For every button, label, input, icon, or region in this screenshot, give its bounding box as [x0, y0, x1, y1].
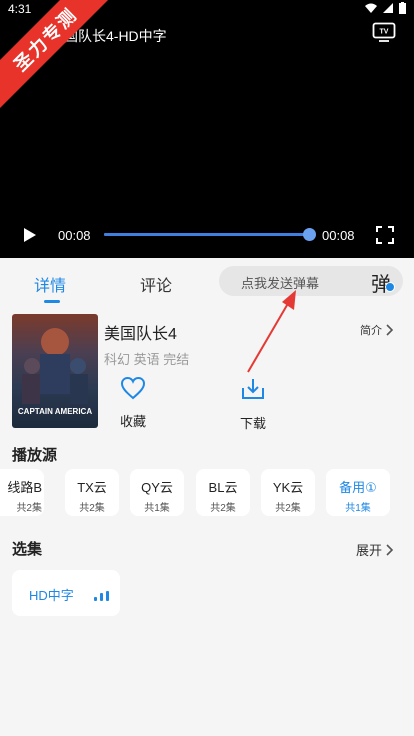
source-name: BL云: [208, 480, 238, 495]
svg-text:TV: TV: [380, 29, 389, 36]
tv-cast-icon[interactable]: TV: [372, 22, 396, 42]
source-item[interactable]: YK云 共2集: [261, 469, 315, 516]
source-count: 共2集: [210, 503, 236, 514]
now-playing-icon: [94, 591, 109, 601]
status-time: 4:31: [8, 2, 32, 16]
status-icons: [365, 2, 406, 14]
tab-comments[interactable]: 评论: [140, 272, 172, 296]
sources-title: 播放源: [12, 447, 58, 464]
progress-bar[interactable]: [104, 233, 310, 236]
heart-icon: [120, 376, 146, 400]
source-count: 共2集: [79, 503, 105, 514]
promo-ribbon: 圣力专测: [0, 0, 118, 112]
tab-indicator: [44, 300, 60, 303]
total-time: 00:08: [322, 228, 355, 243]
source-item-active[interactable]: 备用① 共1集: [326, 469, 390, 516]
source-name: QY云: [141, 480, 173, 495]
annotation-arrow-icon: [247, 290, 296, 373]
movie-poster[interactable]: CAPTAIN AMERICA: [12, 314, 98, 428]
chevron-right-icon: [386, 324, 394, 336]
intro-label: 简介: [360, 325, 382, 337]
source-count: 共1集: [144, 503, 170, 514]
play-icon[interactable]: [20, 226, 38, 244]
source-name: YK云: [272, 480, 304, 495]
source-name: 线路B: [7, 480, 42, 495]
source-item[interactable]: TX云 共2集: [65, 469, 119, 516]
movie-meta: 科幻 英语 完结: [104, 352, 190, 367]
intro-link[interactable]: 简介: [360, 322, 394, 338]
video-player[interactable]: 4:31 国队长4-HD中字 TV 圣力专测 00:08 00:08: [0, 0, 414, 258]
episode-item[interactable]: HD中字: [12, 570, 120, 616]
episode-label: HD中字: [29, 588, 74, 603]
source-count: 共2集: [275, 503, 301, 514]
source-count: 共2集: [16, 503, 42, 514]
tab-details[interactable]: 详情: [34, 272, 66, 296]
expand-label: 展开: [355, 543, 382, 558]
movie-title: 美国队长4: [104, 326, 177, 343]
source-name: 备用①: [339, 480, 377, 495]
fullscreen-icon[interactable]: [376, 226, 394, 244]
wifi-icon: [365, 3, 377, 13]
video-title: 国队长4-HD中字: [64, 28, 167, 44]
expand-link[interactable]: 展开: [356, 540, 394, 559]
favorite-button[interactable]: 收藏: [103, 376, 163, 430]
download-button[interactable]: 下载: [223, 376, 283, 432]
progress-knob[interactable]: [303, 228, 316, 241]
source-item[interactable]: BL云 共2集: [196, 469, 250, 516]
source-count: 共1集: [345, 503, 371, 514]
download-icon: [242, 379, 264, 399]
source-name: TX云: [77, 480, 107, 495]
source-item[interactable]: QY云 共1集: [130, 469, 184, 516]
source-item[interactable]: 线路B 共2集: [0, 469, 44, 516]
favorite-label: 收藏: [119, 414, 146, 429]
current-time: 00:08: [58, 228, 91, 243]
chevron-right-icon: [386, 543, 394, 556]
progress-fill: [104, 233, 306, 236]
signal-icon: [383, 3, 393, 13]
battery-icon: [399, 2, 406, 14]
episodes-title: 选集: [12, 541, 43, 558]
danmaku-check-icon: [385, 282, 395, 292]
poster-title: CAPTAIN AMERICA: [17, 407, 93, 416]
download-label: 下载: [239, 416, 266, 431]
